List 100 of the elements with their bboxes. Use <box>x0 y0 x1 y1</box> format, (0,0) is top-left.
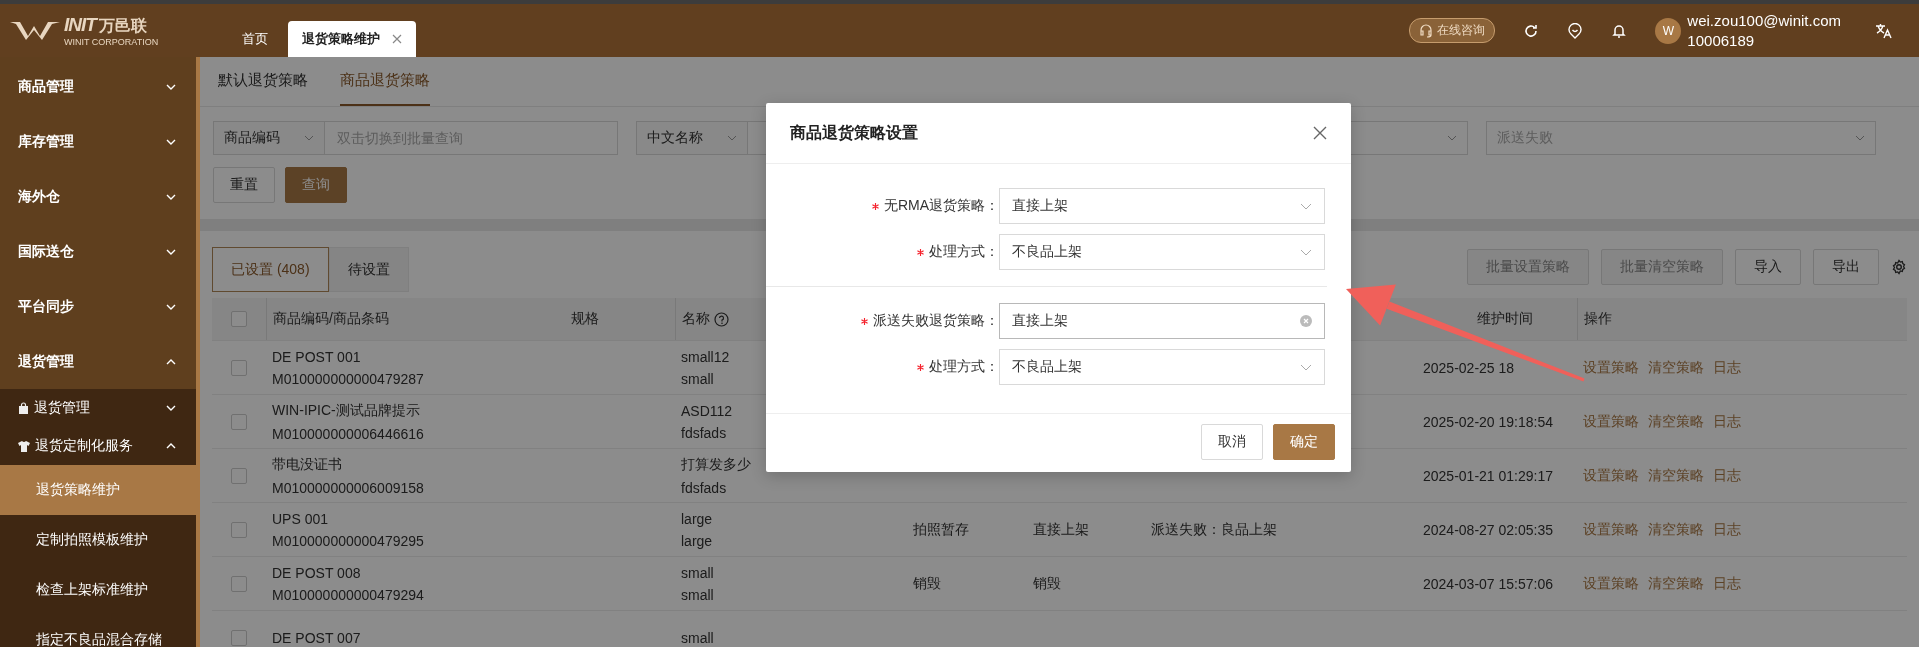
strategy-select[interactable]: 不良品上架 <box>999 234 1325 270</box>
user-avatar[interactable]: W <box>1655 17 1682 44</box>
page-tab[interactable]: 退货策略维护 <box>288 21 416 57</box>
close-icon[interactable] <box>1313 126 1327 140</box>
refresh-icon[interactable] <box>1523 22 1540 39</box>
product-name: large <box>681 510 713 527</box>
chevron-icon <box>166 358 176 365</box>
strategy-select[interactable]: 直接上架 <box>999 188 1325 224</box>
action-link[interactable]: 日志 <box>1713 520 1741 539</box>
bell-icon[interactable] <box>1611 22 1628 39</box>
column-header: 操作 <box>1584 310 1612 328</box>
product-barcode: M010000000006446616 <box>272 425 424 442</box>
action-link[interactable]: 清空策略 <box>1648 520 1704 539</box>
chevron-icon <box>304 135 314 141</box>
action-link[interactable]: 设置策略 <box>1583 358 1639 377</box>
table-cell: 销毁 <box>913 574 941 593</box>
checkbox[interactable] <box>231 467 247 484</box>
user-id: 10006189 <box>1687 30 1756 51</box>
checkbox[interactable] <box>231 413 247 430</box>
chevron-icon <box>166 443 176 449</box>
maintain-time: 2025-01-21 01:29:17 <box>1423 467 1553 484</box>
action-link[interactable]: 清空策略 <box>1648 574 1704 593</box>
cancel-button[interactable]: 取消 <box>1201 424 1263 460</box>
action-link[interactable]: 日志 <box>1713 574 1741 593</box>
field-type-select[interactable]: 商品编码 <box>213 121 325 155</box>
clear-icon[interactable] <box>1300 315 1312 327</box>
product-code: DE POST 008 <box>272 564 361 581</box>
product-code: 带电没证书 <box>272 455 342 474</box>
online-consult-button[interactable]: 在线咨询 <box>1409 18 1496 43</box>
field-label: 处理方式： <box>929 243 999 261</box>
action-link[interactable]: 设置策略 <box>1583 466 1639 485</box>
sidebar-item[interactable]: 库存管理 <box>0 114 196 169</box>
checkbox[interactable] <box>231 521 247 538</box>
strategy-select[interactable]: 直接上架 <box>999 303 1325 339</box>
action-link[interactable]: 日志 <box>1713 412 1741 431</box>
product-name: ASD112 <box>681 402 733 419</box>
strategy-select[interactable]: 不良品上架 <box>999 349 1325 385</box>
help-icon[interactable] <box>714 311 729 327</box>
checkbox[interactable] <box>231 629 247 646</box>
action-link[interactable]: 清空策略 <box>1648 466 1704 485</box>
action-link[interactable]: 设置策略 <box>1583 412 1639 431</box>
product-code: WIN-IPIC-测试品牌提示 <box>272 401 420 420</box>
bag-icon <box>18 402 29 414</box>
action-link[interactable]: 日志 <box>1713 466 1741 485</box>
chevron-icon <box>166 138 176 145</box>
sidebar-link[interactable]: 检查上架标准维护 <box>0 565 196 615</box>
page-tab[interactable]: 首页 <box>228 21 282 57</box>
action-link[interactable]: 清空策略 <box>1648 412 1704 431</box>
logo-subtitle: WINIT CORPORATION <box>64 37 159 47</box>
confirm-button[interactable]: 确定 <box>1273 424 1335 460</box>
headset-icon <box>1419 23 1434 38</box>
column-header: 商品编码/商品条码 <box>273 310 389 328</box>
chevron-icon <box>1855 135 1865 141</box>
toolbar-button[interactable]: 导入 <box>1735 249 1801 285</box>
list-tab[interactable]: 待设置 <box>328 247 409 292</box>
action-link[interactable]: 清空策略 <box>1648 358 1704 377</box>
strategy-tab[interactable]: 默认退货策略 <box>218 57 308 106</box>
sidebar-item[interactable]: 平台同步 <box>0 279 196 334</box>
chevron-icon <box>166 83 176 90</box>
checkbox[interactable] <box>231 311 247 327</box>
chevron-icon <box>1300 363 1312 371</box>
sidebar-item[interactable]: 商品管理 <box>0 59 196 114</box>
action-link[interactable]: 设置策略 <box>1583 574 1639 593</box>
maintain-time: 2024-03-07 15:57:06 <box>1423 575 1553 592</box>
settings-icon[interactable] <box>1891 259 1907 275</box>
checkbox[interactable] <box>231 575 247 592</box>
product-code: DE POST 001 <box>272 348 361 365</box>
chevron-icon <box>1300 202 1312 210</box>
checkbox[interactable] <box>231 359 247 376</box>
field-label: 无RMA退货策略： <box>883 197 999 215</box>
product-barcode: M010000000000479294 <box>272 586 424 603</box>
action-link[interactable]: 日志 <box>1713 358 1741 377</box>
chevron-icon <box>166 303 176 310</box>
sidebar-subitem[interactable]: 退货管理 <box>0 389 196 427</box>
sidebar-item[interactable]: 退货管理 <box>0 334 196 389</box>
query-button[interactable]: 查询 <box>285 167 347 203</box>
field-type-select[interactable]: 中文名称 <box>636 121 748 155</box>
maintain-time: 2025-02-25 18 <box>1423 359 1515 376</box>
sidebar-link[interactable]: 定制拍照模板维护 <box>0 515 196 565</box>
field-label: 处理方式： <box>929 358 999 376</box>
table-cell: 派送失败：良品上架 <box>1151 520 1277 539</box>
sidebar-item[interactable]: 国际送仓 <box>0 224 196 279</box>
close-icon[interactable] <box>392 34 402 44</box>
sidebar-link[interactable]: 退货策略维护 <box>0 465 196 515</box>
chevron-icon <box>727 135 737 141</box>
translate-icon[interactable] <box>1875 21 1893 40</box>
list-tab[interactable]: 已设置 (408) <box>212 247 329 292</box>
product-code: DE POST 007 <box>272 629 361 646</box>
shirt-icon <box>18 440 30 452</box>
sidebar-item[interactable]: 海外仓 <box>0 169 196 224</box>
reset-button[interactable]: 重置 <box>213 167 275 203</box>
sidebar-link[interactable]: 指定不良品混合存储 <box>0 615 196 647</box>
sidebar-subitem[interactable]: 退货定制化服务 <box>0 427 196 465</box>
action-link[interactable]: 设置策略 <box>1583 520 1639 539</box>
product-code: UPS 001 <box>272 510 329 527</box>
product-name: fdsfads <box>681 479 727 496</box>
maintain-time: 2024-08-27 02:05:35 <box>1423 521 1553 538</box>
table-cell: 直接上架 <box>1033 520 1089 539</box>
field-label: 派送失败退货策略： <box>873 312 999 330</box>
toolbar-button[interactable]: 导出 <box>1813 249 1879 285</box>
